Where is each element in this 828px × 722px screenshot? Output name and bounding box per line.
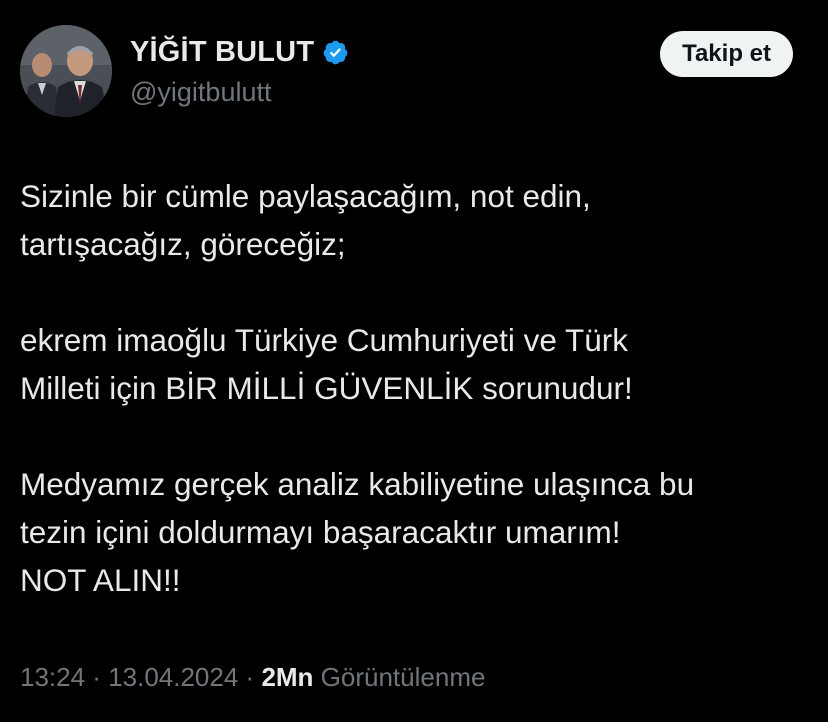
name-row: YİĞİT BULUT [130, 33, 349, 71]
tweet-line: NOT ALIN!! [20, 562, 181, 598]
tweet-date[interactable]: 13.04.2024 [108, 662, 238, 693]
tweet-header: YİĞİT BULUT @yigitbulutt Takip et [20, 25, 808, 121]
user-info: YİĞİT BULUT @yigitbulutt [130, 33, 349, 108]
avatar[interactable] [20, 25, 112, 117]
tweet-time[interactable]: 13:24 [20, 662, 85, 693]
tweet-card: YİĞİT BULUT @yigitbulutt Takip et Sizinl… [0, 0, 828, 722]
meta-separator: · [238, 662, 262, 692]
tweet-line: tartışacağız, göreceğiz; [20, 226, 346, 262]
user-handle[interactable]: @yigitbulutt [130, 77, 349, 108]
tweet-line: ekrem imaoğlu Türkiye Cumhuriyeti ve Tür… [20, 322, 629, 358]
tweet-line: Milleti için BİR MİLLİ GÜVENLİK sorunudu… [20, 370, 633, 406]
avatar-photo [20, 25, 112, 117]
follow-button[interactable]: Takip et [660, 31, 793, 77]
tweet-line: Sizinle bir cümle paylaşacağım, not edin… [20, 178, 591, 214]
views-count[interactable]: 2Mn [261, 662, 313, 693]
tweet-text: Sizinle bir cümle paylaşacağım, not edin… [20, 172, 810, 604]
tweet-line: Medyamız gerçek analiz kabiliyetine ulaş… [20, 466, 695, 502]
views-space [313, 662, 320, 693]
tweet-meta: 13:24 · 13.04.2024 · 2Mn Görüntülenme [20, 662, 485, 693]
tweet-line: tezin içini doldurmayı başaracaktır umar… [20, 514, 621, 550]
verified-badge-icon [322, 39, 349, 66]
meta-separator: · [85, 662, 109, 692]
views-label: Görüntülenme [320, 662, 486, 692]
display-name[interactable]: YİĞİT BULUT [130, 36, 314, 69]
